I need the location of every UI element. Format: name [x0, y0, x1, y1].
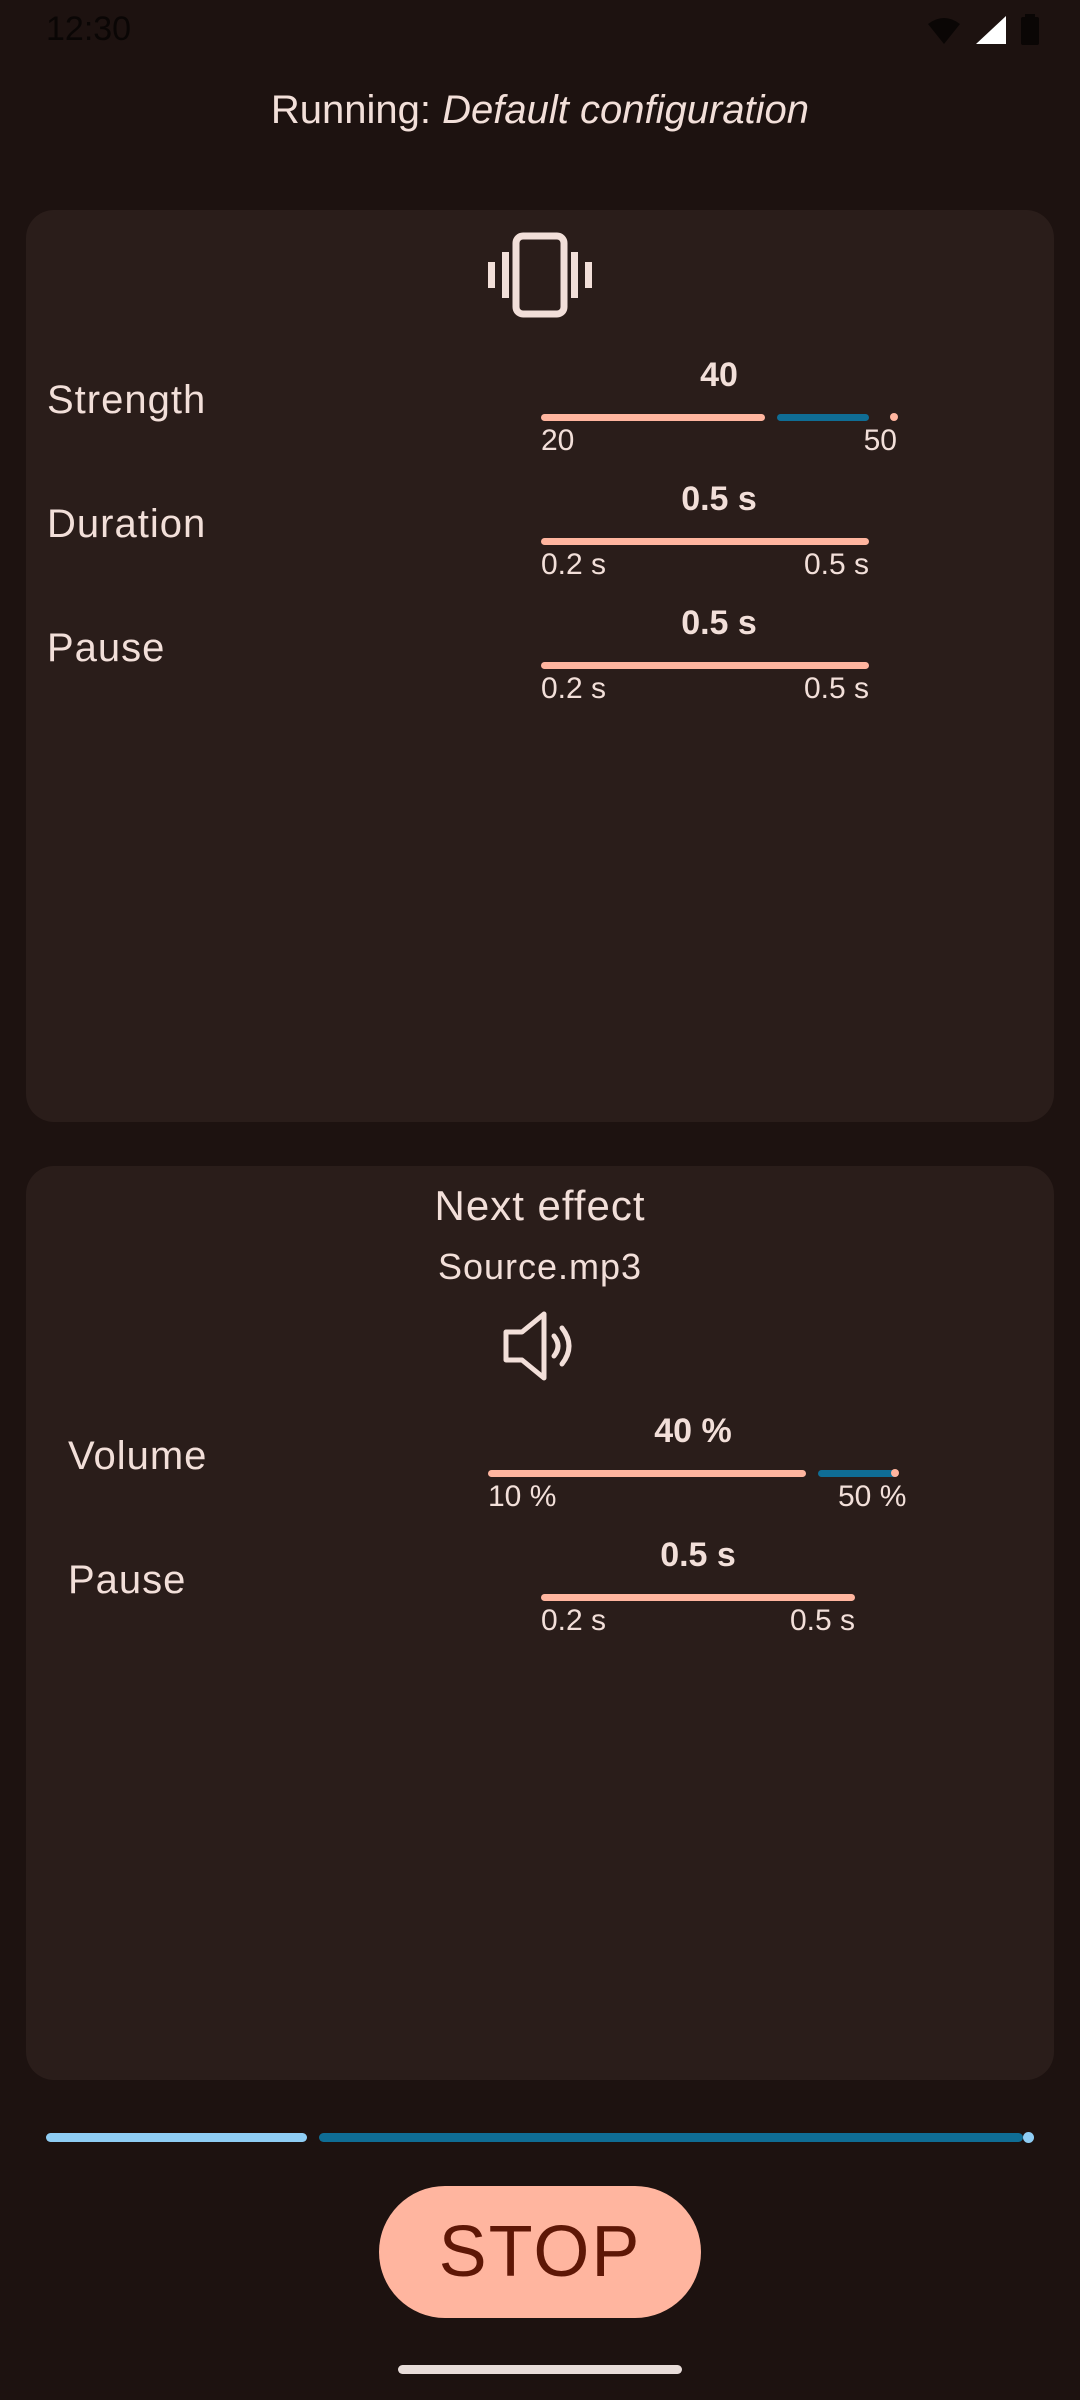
- sound-pause-value: 0.5 s: [660, 1536, 736, 1574]
- wifi-icon: [926, 16, 962, 51]
- volume-label: Volume: [68, 1434, 208, 1478]
- vibration-icon: [484, 232, 596, 325]
- duration-label: Duration: [47, 502, 207, 546]
- vibration-pause-value: 0.5 s: [681, 604, 757, 642]
- running-prefix: Running:: [270, 88, 443, 132]
- strength-max: 50: [863, 424, 897, 457]
- sound-pause-slider[interactable]: 0.5 s 0.2 s 0.5 s: [541, 1536, 881, 1637]
- duration-slider[interactable]: 0.5 s 0.2 s 0.5 s: [541, 480, 897, 581]
- stop-button[interactable]: STOP: [379, 2186, 701, 2318]
- sound-pause-track-active: [541, 1594, 855, 1601]
- progress-completed: [46, 2133, 307, 2142]
- volume-end-dot: [891, 1469, 899, 1477]
- running-title: Running: Default configuration: [0, 88, 1080, 133]
- volume-track-active: [488, 1470, 806, 1477]
- status-icons: [926, 14, 1040, 51]
- speaker-icon: [500, 1306, 580, 1391]
- strength-value: 40: [700, 356, 738, 394]
- status-bar: 12:30: [0, 0, 1080, 60]
- battery-icon: [1020, 14, 1040, 51]
- duration-min: 0.2 s: [541, 548, 607, 581]
- sound-pause-min: 0.2 s: [541, 1604, 607, 1637]
- signal-icon: [974, 14, 1008, 51]
- duration-max: 0.5 s: [803, 548, 869, 581]
- vibration-pause-min: 0.2 s: [541, 672, 607, 705]
- vibration-card: Strength 40 20 50 Duration 0.5 s 0.2 s 0…: [26, 210, 1054, 1122]
- strength-end-dot: [890, 413, 898, 421]
- sound-pause-max: 0.5 s: [789, 1604, 855, 1637]
- status-time: 12:30: [46, 10, 132, 48]
- strength-min: 20: [541, 424, 575, 457]
- vibration-pause-track-active: [541, 662, 869, 669]
- strength-track-inactive: [777, 414, 869, 421]
- next-effect-title: Next effect: [434, 1182, 646, 1229]
- session-progress-bar: [46, 2130, 1034, 2144]
- home-indicator[interactable]: [398, 2365, 682, 2374]
- volume-min: 10 %: [488, 1480, 557, 1513]
- strength-slider[interactable]: 40 20 50: [541, 356, 898, 457]
- strength-track-active: [541, 414, 765, 421]
- next-effect-source: Source.mp3: [437, 1246, 643, 1287]
- vibration-pause-label: Pause: [47, 626, 166, 670]
- config-name: Default configuration: [442, 88, 810, 132]
- volume-value: 40 %: [654, 1412, 732, 1450]
- progress-end-dot: [1023, 2132, 1034, 2143]
- vibration-pause-slider[interactable]: 0.5 s 0.2 s 0.5 s: [541, 604, 897, 705]
- volume-slider[interactable]: 40 % 10 % 50 %: [488, 1412, 938, 1513]
- progress-remaining: [319, 2133, 1023, 2142]
- duration-value: 0.5 s: [681, 480, 757, 518]
- sound-pause-label: Pause: [68, 1558, 187, 1602]
- volume-track-inactive: [818, 1470, 898, 1477]
- strength-label: Strength: [47, 378, 207, 422]
- duration-track-active: [541, 538, 869, 545]
- vibration-pause-max: 0.5 s: [803, 672, 869, 705]
- sound-card: Next effect Source.mp3 Volume 40 % 10 % …: [26, 1166, 1054, 2080]
- volume-max: 50 %: [838, 1480, 907, 1513]
